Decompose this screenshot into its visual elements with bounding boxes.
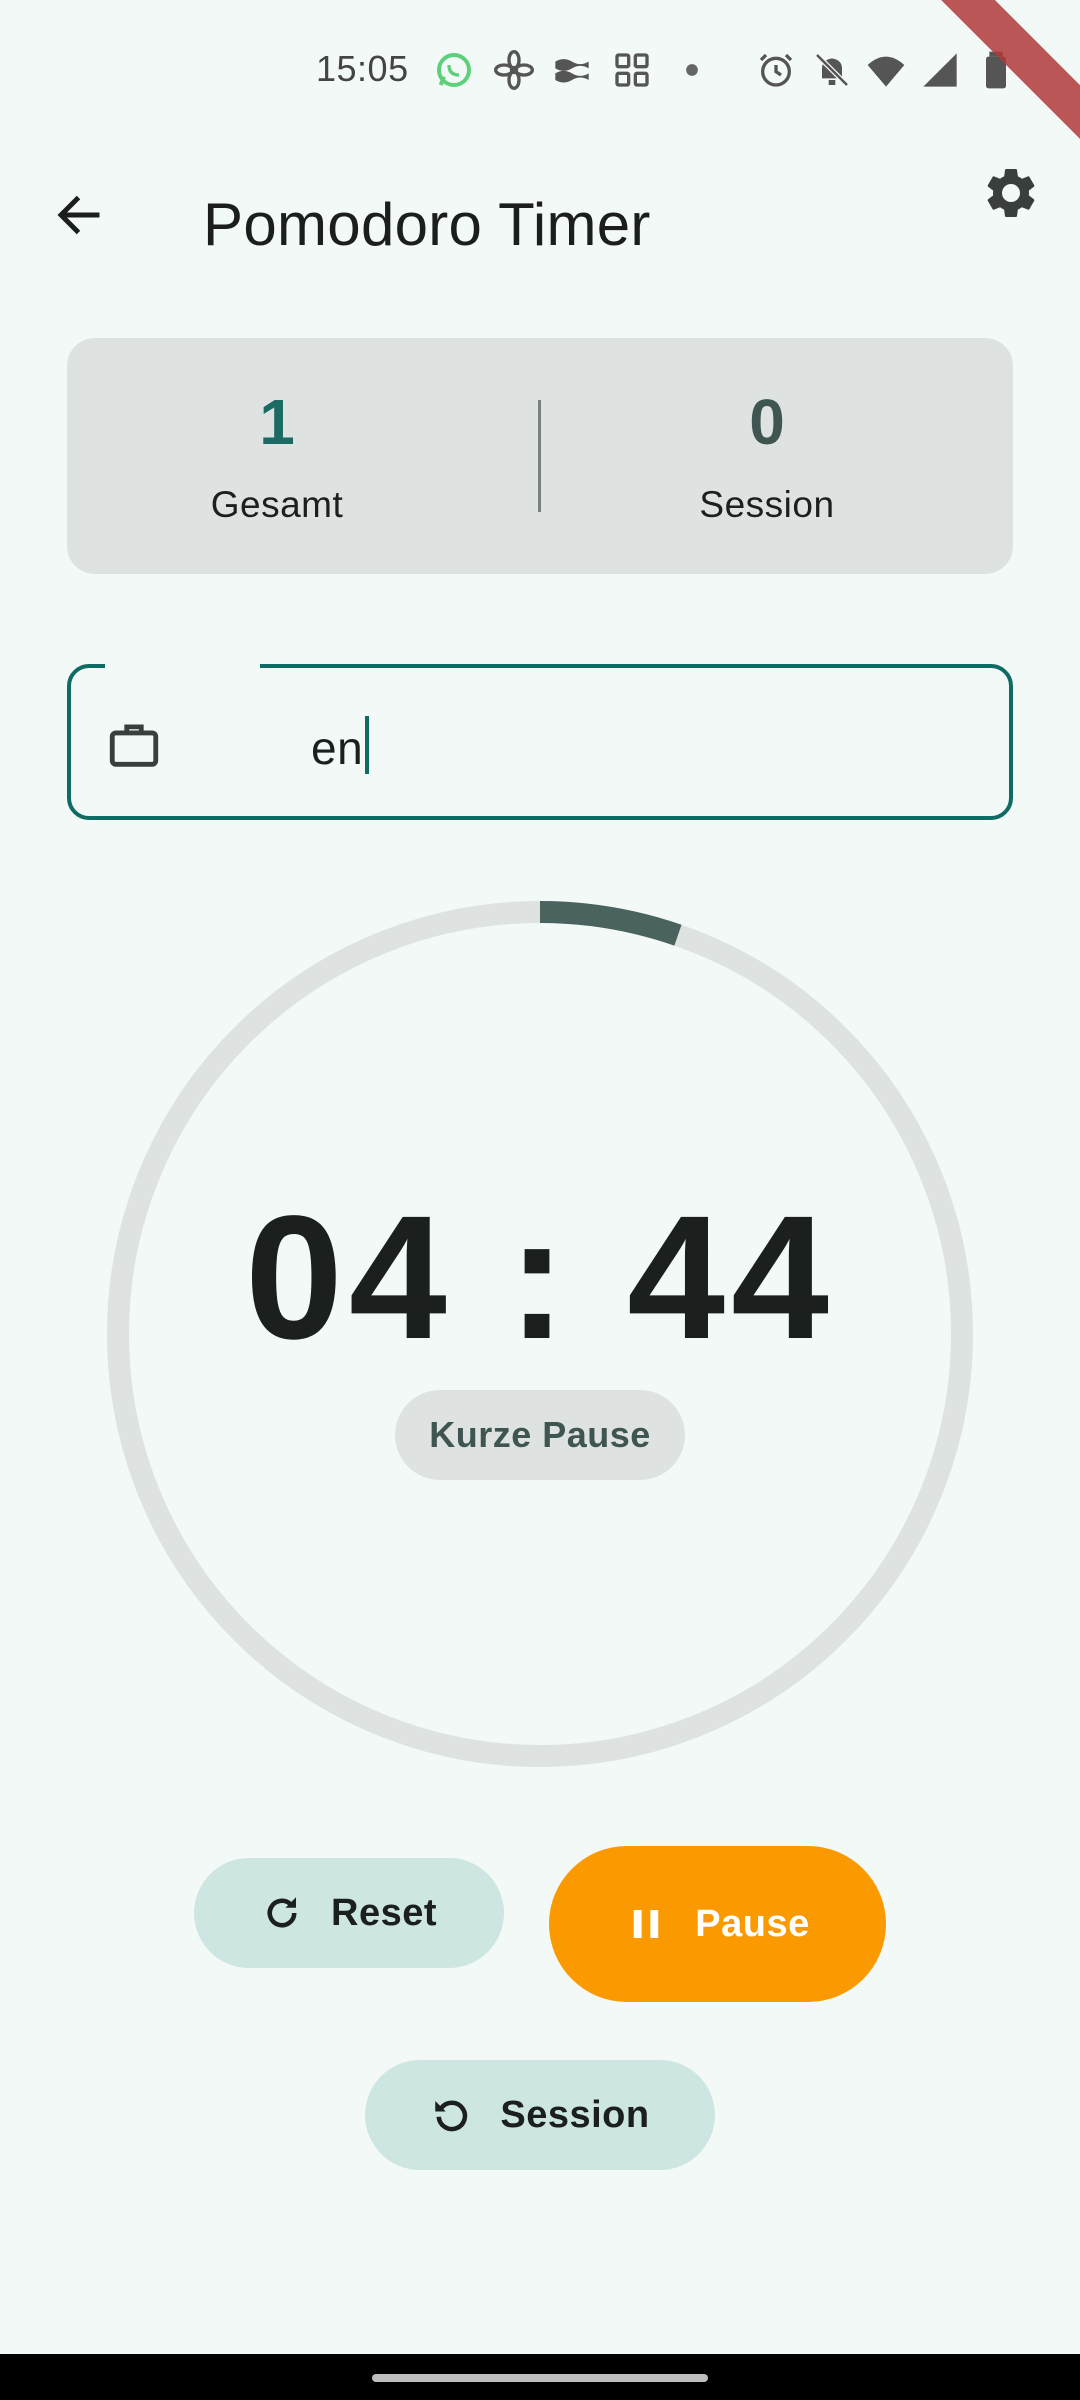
arrow-back-icon [57,195,100,235]
restart-icon [430,2094,472,2136]
stat-total: 1 Gesamt [67,338,487,574]
gear-icon [987,168,1035,217]
session-label: Session [500,2093,650,2136]
bell-off-icon [812,50,852,90]
status-bar: 15:05 [0,0,1080,151]
session-reset-button[interactable]: Session [365,2060,715,2170]
app-bar: Pomodoro Timer [0,150,1080,280]
pause-button[interactable]: Pause [549,1846,886,2002]
project-input[interactable]: en [67,658,1013,820]
stat-session-label: Session [699,484,835,525]
settings-button[interactable] [976,158,1046,228]
refresh-icon [261,1892,303,1934]
field-label-gap [105,658,260,674]
stats-card: 1 Gesamt 0 Session [67,338,1013,574]
gesture-handle[interactable] [372,2374,708,2382]
reset-button[interactable]: Reset [194,1858,504,1968]
apps-icon [612,50,652,90]
fan-icon [494,50,534,90]
whatsapp-icon [434,50,474,90]
signal-icon [920,50,960,90]
briefcase-icon [105,716,163,774]
text-cursor [365,716,370,774]
page-title: Pomodoro Timer [203,191,651,258]
reset-label: Reset [331,1891,437,1934]
alarm-icon [756,50,796,90]
stat-total-value: 1 [259,386,295,458]
dot-icon [672,50,712,90]
phase-chip: Kurze Pause [395,1390,685,1480]
timer-ring: 04 : 44 Kurze Pause [106,900,974,1768]
stat-session-value: 0 [749,386,785,458]
wifi-icon [866,50,906,90]
stat-total-label: Gesamt [210,484,344,525]
back-button[interactable] [44,180,114,250]
timer-display: 04 : 44 [245,1180,835,1376]
project-input-value: en [311,716,370,775]
stat-divider [538,400,541,512]
wave-icon [552,50,592,90]
system-nav-bar [0,2354,1080,2400]
pause-label: Pause [695,1902,810,1945]
status-time: 15:05 [316,48,409,89]
pause-icon [625,1903,667,1945]
stat-session: 0 Session [613,338,921,574]
